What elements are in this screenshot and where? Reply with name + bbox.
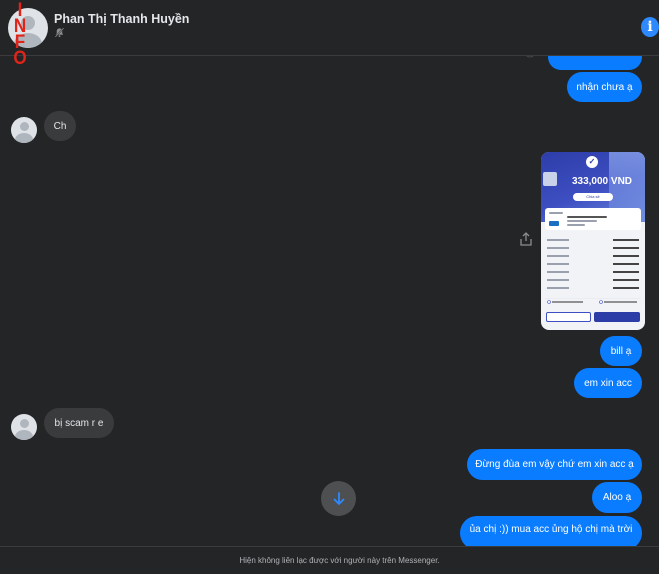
message-bubble-incoming[interactable]: Ch xyxy=(44,111,76,141)
info-icon[interactable]: i xyxy=(641,17,659,37)
message-bubble-outgoing[interactable]: em xin acc xyxy=(574,368,642,398)
sender-avatar[interactable] xyxy=(11,414,37,440)
receipt-button-primary xyxy=(594,312,640,322)
sender-avatar[interactable] xyxy=(11,117,37,143)
thumbnail-image xyxy=(543,172,557,186)
message-bubble-outgoing[interactable]: Aloo ạ xyxy=(592,482,642,513)
scroll-to-bottom-button[interactable] xyxy=(321,481,356,516)
unavailable-notice: Hiện không liên lạc được với người này t… xyxy=(239,556,440,565)
message-list: nhận chưa ạ Ch ✓ 333,000 VND Chia sẻ bil… xyxy=(0,56,659,546)
conversation-footer: Hiện không liên lạc được với người này t… xyxy=(0,546,659,574)
conversation-header: I N F O Phan Thị Thanh Huyền i xyxy=(0,0,659,68)
message-bubble-outgoing[interactable]: bill ạ xyxy=(600,336,642,366)
message-bubble-outgoing[interactable]: Đừng đùa em vậy chứ em xin acc ạ xyxy=(467,449,642,480)
message-bubble-outgoing[interactable]: nhận chưa ạ xyxy=(567,72,642,102)
recipient-card xyxy=(545,208,641,230)
transfer-receipt-image[interactable]: ✓ 333,000 VND Chia sẻ xyxy=(541,152,645,330)
receipt-details xyxy=(545,236,641,292)
share-icon[interactable] xyxy=(519,232,533,246)
check-icon: ✓ xyxy=(586,156,598,168)
contact-name[interactable]: Phan Thị Thanh Huyền xyxy=(54,12,189,26)
message-bubble-outgoing[interactable] xyxy=(548,56,642,70)
message-actions-icons xyxy=(526,56,534,58)
transfer-amount: 333,000 VND xyxy=(571,176,633,187)
arrow-down-icon xyxy=(333,491,344,505)
receipt-links xyxy=(545,298,641,304)
message-bubble-outgoing[interactable]: ủa chị :)) mua acc ủng hộ chị mà trời xyxy=(460,516,642,546)
message-bubble-incoming[interactable]: bị scam r e xyxy=(44,408,114,438)
bell-off-icon xyxy=(54,27,65,38)
receipt-button-secondary xyxy=(546,312,591,322)
share-label: Chia sẻ xyxy=(573,193,613,201)
